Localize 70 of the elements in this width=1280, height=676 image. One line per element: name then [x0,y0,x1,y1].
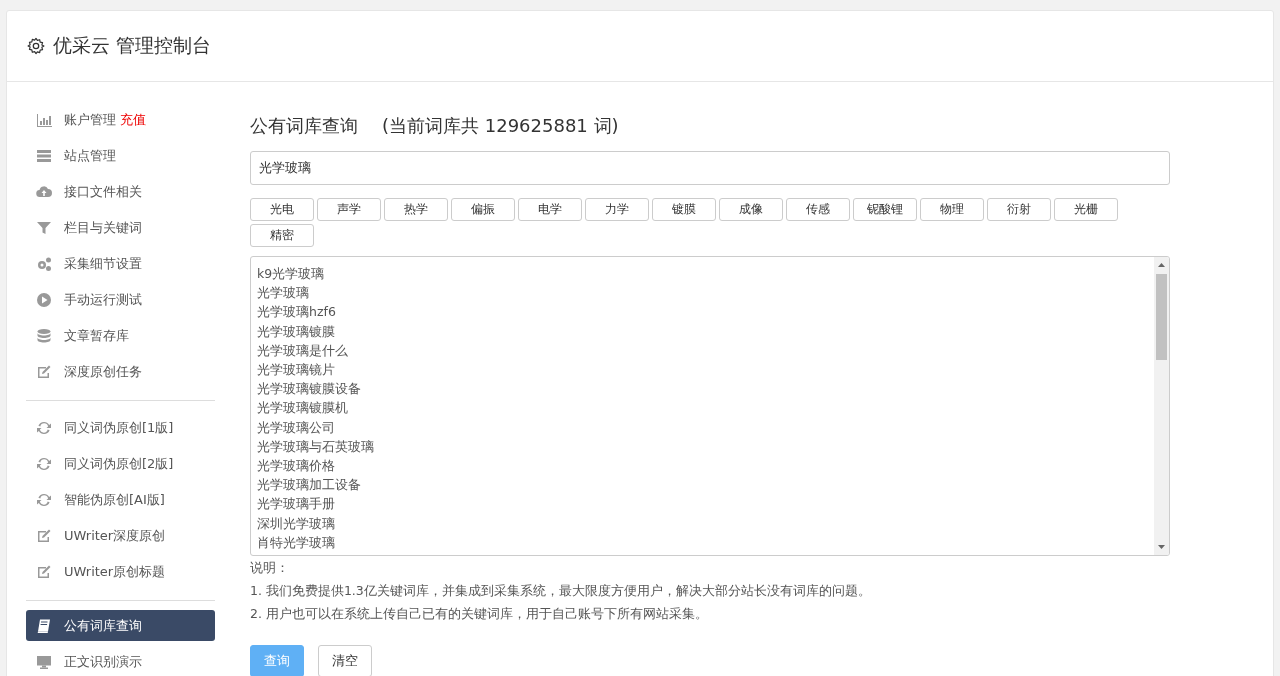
sidebar-item[interactable]: UWriter原创标题 [26,554,215,590]
sidebar-item[interactable]: 正文识别演示 [26,644,215,676]
tag-button[interactable]: 电学 [518,198,582,221]
list-item[interactable]: 光学玻璃是什么 [257,340,1148,360]
list-item[interactable]: 光学玻璃镀膜机 [257,398,1148,418]
sidebar-item[interactable]: 同义词伪原创[1版] [26,410,215,446]
tag-button[interactable]: 光电 [250,198,314,221]
sidebar-item[interactable]: 采集细节设置 [26,246,215,282]
sidebar-item[interactable]: 站点管理 [26,138,215,174]
refresh-icon [36,420,52,436]
list-item[interactable]: 光学玻璃加工设备 [257,475,1148,495]
refresh-icon [36,456,52,472]
sidebar-item[interactable]: 文章暂存库 [26,318,215,354]
notes-title: 说明： [250,559,290,577]
list-item[interactable]: 肖特光学玻璃 [257,532,1148,553]
tag-button[interactable]: 铌酸锂 [853,198,917,221]
list-item[interactable]: 深圳光学玻璃 [257,513,1148,533]
sidebar-item[interactable]: 账户管理 充值 [26,102,215,138]
settings-icon [27,37,45,55]
list-item[interactable]: 光学玻璃手册 [257,494,1148,514]
tag-button[interactable]: 成像 [719,198,783,221]
tag-button[interactable]: 精密 [250,224,314,247]
note-text: 2. 用户也可以在系统上传自己已有的关键词库，用于自己账号下所有网站采集。 [250,605,709,623]
clear-button[interactable]: 清空 [318,645,372,676]
refresh-icon [36,492,52,508]
sidebar-item[interactable]: 公有词库查询 [26,610,215,641]
sidebar-item[interactable]: 同义词伪原创[2版] [26,446,215,482]
tag-button[interactable]: 声学 [317,198,381,221]
list-item[interactable]: 光学玻璃镀膜 [257,321,1148,341]
list-item[interactable]: 光学玻璃镀膜设备 [257,379,1148,399]
list-item[interactable]: 光学玻璃hzf6 [257,302,1148,322]
sidebar-item[interactable]: UWriter深度原创 [26,518,215,554]
sidebar-item[interactable]: 接口文件相关 [26,174,215,210]
note-text: 1. 我们免费提供1.3亿关键词库，并集成到采集系统，最大限度方便用户，解决大部分站长没有词库的问题。 [250,582,872,600]
recharge-link[interactable]: 充值 [120,111,146,129]
tag-button[interactable]: 物理 [920,198,984,221]
sidebar-item[interactable]: 手动运行测试 [26,282,215,318]
tag-button[interactable]: 镀膜 [652,198,716,221]
list-item[interactable]: k9光学玻璃 [257,264,1148,284]
edit-icon [36,564,52,580]
tag-button[interactable]: 光栅 [1054,198,1118,221]
sidebar-item[interactable]: 深度原创任务 [26,354,215,390]
list-item[interactable]: 光学玻璃 [257,283,1148,303]
server-icon [36,148,52,164]
book-icon [36,617,52,634]
edit-icon [36,364,52,380]
page-title: 公有词库查询 [250,114,358,138]
edit-icon [36,528,52,544]
monitor-icon [36,654,52,670]
sidebar-item[interactable]: 智能伪原创[AI版] [26,482,215,518]
scrollbar[interactable] [1154,257,1169,555]
filter-icon [36,220,52,236]
sidebar-item[interactable]: 栏目与关键词 [26,210,215,246]
word-count: (当前词库共 129625881 词) [382,114,619,138]
play-icon [36,292,52,308]
list-item[interactable]: 光学玻璃价格 [257,456,1148,476]
results-list[interactable]: k9光学玻璃 光学玻璃 光学玻璃hzf6 光学玻璃镀膜 光学玻璃是什么 光学玻璃镜片 光学玻璃镀膜设备 光学玻璃镀膜机 光学玻璃公司 光学玻璃与石英玻璃 光学玻璃价格 光学玻璃加工设备 光学玻璃手册 深圳光学玻璃 肖特光学玻璃 [250,256,1170,556]
database-icon [36,328,52,344]
cloud-icon [36,184,52,200]
tag-button[interactable]: 热学 [384,198,448,221]
list-item[interactable]: 光学玻璃镜片 [257,360,1148,380]
app-title: 优采云 管理控制台 [53,33,212,58]
tag-button[interactable]: 偏振 [451,198,515,221]
list-item[interactable]: 光学玻璃公司 [257,417,1148,437]
list-item[interactable]: 光学玻璃与石英玻璃 [257,436,1148,457]
tag-button[interactable]: 传感 [786,198,850,221]
tag-button[interactable]: 力学 [585,198,649,221]
tag-button[interactable]: 衍射 [987,198,1051,221]
chart-icon [36,112,52,128]
search-field[interactable]: 光学玻璃 [250,151,1170,185]
